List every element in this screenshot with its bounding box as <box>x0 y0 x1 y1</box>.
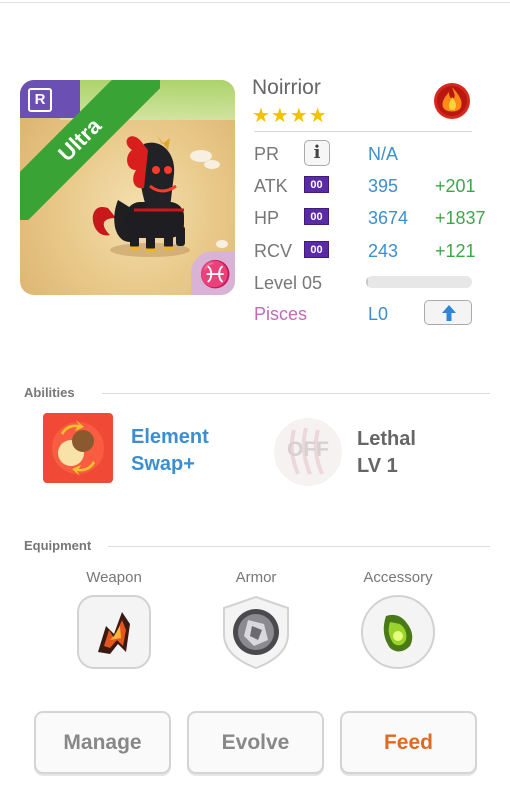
star-rating: ★★★★ <box>252 105 328 127</box>
weapon-icon <box>77 595 151 669</box>
equipment-header: Equipment <box>24 538 92 553</box>
claw-icon[interactable]: OFF <box>274 418 342 486</box>
ability1-name-line1: Element <box>131 426 209 448</box>
level-progress-bar <box>366 276 472 288</box>
armor-icon <box>223 595 289 670</box>
accessory-icon <box>361 595 435 669</box>
abilities-divider <box>102 393 490 394</box>
pr-value: N/A <box>368 144 399 164</box>
armor-label: Armor <box>235 569 277 586</box>
hp-label: HP <box>254 208 280 228</box>
ability2-name-line1: Lethal <box>357 428 416 450</box>
rarity-ribbon: Ultra R <box>20 80 160 220</box>
ability-element-swap[interactable]: Element Swap+ <box>131 424 209 478</box>
info-button[interactable]: i <box>304 140 330 166</box>
monster-name: Noirrior <box>252 76 321 99</box>
level-progress-fill <box>366 276 369 288</box>
level-label: Level 05 <box>254 273 323 293</box>
hp-plus-badge: 00 <box>304 208 329 225</box>
info-divider <box>254 131 472 132</box>
rarity-r-icon: R <box>28 88 52 112</box>
weapon-slot[interactable] <box>76 594 152 670</box>
evolve-button[interactable]: Evolve <box>187 711 324 774</box>
zodiac-upgrade-button[interactable] <box>424 300 472 325</box>
ability2-name-line2: LV 1 <box>357 455 398 477</box>
abilities-header: Abilities <box>24 385 75 400</box>
monster-portrait[interactable]: Ultra R ♓ <box>20 80 235 295</box>
fire-icon <box>434 83 470 119</box>
pr-label: PR <box>254 144 280 164</box>
accessory-label: Accessory <box>363 569 433 586</box>
rcv-value: 243 <box>368 241 399 261</box>
feed-button[interactable]: Feed <box>340 711 477 774</box>
zodiac-level-value: L0 <box>368 304 389 324</box>
atk-label: ATK <box>254 176 288 196</box>
atk-plus-badge: 00 <box>304 176 329 193</box>
atk-value: 395 <box>368 176 399 196</box>
rcv-plus-badge: 00 <box>304 241 329 258</box>
rcv-label: RCV <box>254 241 293 261</box>
arrow-up-icon <box>442 305 456 321</box>
element-swap-icon[interactable] <box>43 413 113 483</box>
equipment-divider <box>108 546 490 547</box>
zodiac-label: Pisces <box>254 304 308 324</box>
armor-slot[interactable] <box>218 594 294 670</box>
ability-off-label: OFF <box>287 438 329 461</box>
atk-bonus: +201 <box>435 176 476 196</box>
ability-lethal[interactable]: Lethal LV 1 <box>357 426 416 480</box>
hp-bonus: +1837 <box>435 208 486 228</box>
hp-value: 3674 <box>368 208 409 228</box>
pisces-icon: ♓ <box>199 259 232 289</box>
manage-button[interactable]: Manage <box>34 711 171 774</box>
portrait-stone <box>216 240 228 248</box>
weapon-label: Weapon <box>86 569 142 586</box>
rcv-bonus: +121 <box>435 241 476 261</box>
top-divider <box>0 2 510 3</box>
accessory-slot[interactable] <box>360 594 436 670</box>
portrait-stone <box>204 160 220 169</box>
ability1-name-line2: Swap+ <box>131 453 195 475</box>
